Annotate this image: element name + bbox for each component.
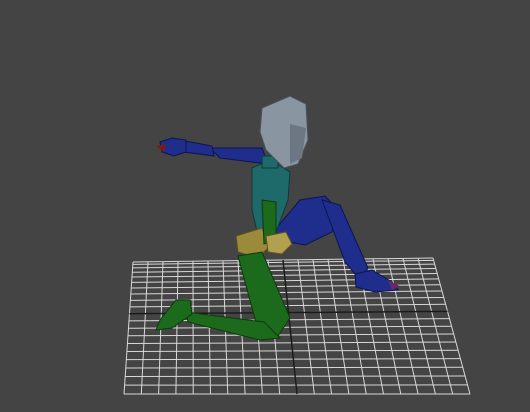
right-hand: [265, 231, 293, 255]
left-upper-arm: [208, 147, 269, 165]
ground-grid: [123, 257, 471, 395]
face-shadow: [290, 124, 306, 164]
3d-viewport[interactable]: [0, 0, 530, 412]
